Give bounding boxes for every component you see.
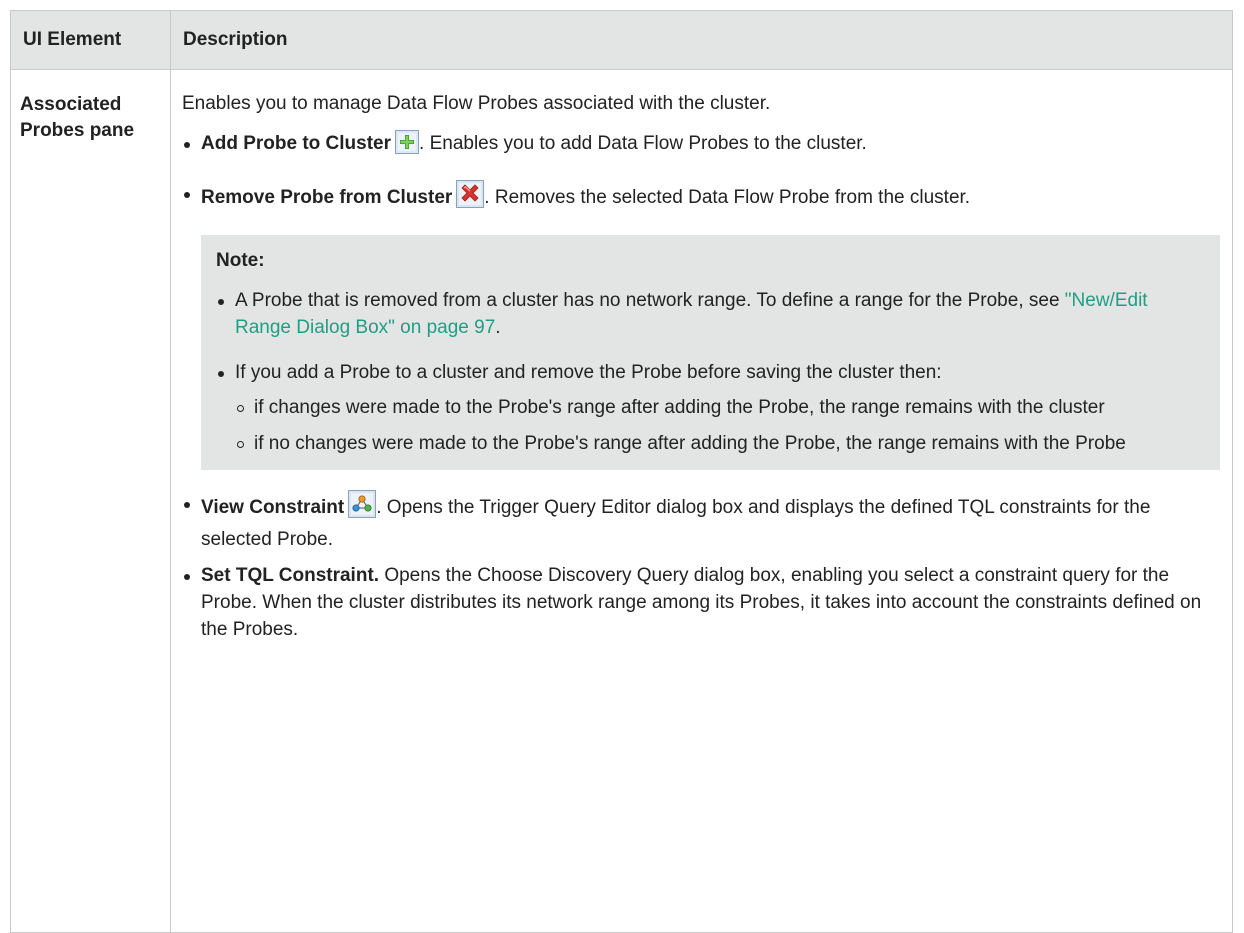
remove-probe-text: . Removes the selected Data Flow Probe f… xyxy=(484,187,971,208)
list-item-add-probe: Add Probe to Cluster . Enables you to add… xyxy=(182,130,1220,162)
note-item-add-remove: If you add a Probe to a cluster and remo… xyxy=(216,359,1206,457)
header-ui-element: UI Element xyxy=(10,10,171,70)
table-row: Associated Probes pane Enables you to ma… xyxy=(10,69,1233,933)
add-probe-text: . Enables you to add Data Flow Probes to… xyxy=(419,133,867,154)
note-subitem-no-changes: if no changes were made to the Probe's r… xyxy=(235,430,1206,457)
note-item-add-remove-text: If you add a Probe to a cluster and remo… xyxy=(235,362,942,383)
set-tql-title: Set TQL Constraint. xyxy=(201,565,380,586)
note-item-no-range-text: A Probe that is removed from a cluster h… xyxy=(235,290,1065,311)
view-constraint-title: View Constraint xyxy=(201,497,345,518)
list-item-set-tql: Set TQL Constraint. Opens the Choose Dis… xyxy=(182,562,1220,643)
note-sublist: if changes were made to the Probe's rang… xyxy=(235,394,1206,457)
note-title: Note: xyxy=(216,250,265,271)
note-list: A Probe that is removed from a cluster h… xyxy=(216,287,1206,457)
list-item-remove-probe: Remove Probe from Cluster . Removes the s… xyxy=(182,180,1220,470)
actions-list: Add Probe to Cluster . Enables you to add… xyxy=(182,130,1220,643)
description-intro: Enables you to manage Data Flow Probes a… xyxy=(182,93,771,114)
add-probe-title: Add Probe to Cluster xyxy=(201,133,392,154)
remove-probe-title: Remove Probe from Cluster xyxy=(201,187,453,208)
note-subitem-changes: if changes were made to the Probe's rang… xyxy=(235,394,1206,421)
ui-element-name: Associated Probes pane xyxy=(10,69,171,933)
header-description: Description xyxy=(170,10,1233,70)
table-header-row: UI Element Description xyxy=(10,10,1233,70)
view-constraint-icon xyxy=(348,490,377,526)
note-item-no-range-end: . xyxy=(495,317,501,338)
add-plus-icon xyxy=(395,130,420,162)
description-cell: Enables you to manage Data Flow Probes a… xyxy=(170,69,1233,933)
remove-x-icon xyxy=(456,180,485,216)
ui-element-table: UI Element Description Associated Probes… xyxy=(10,10,1233,933)
list-item-view-constraint: View Constraint. Opens the Trigger Query… xyxy=(182,490,1220,553)
note-box: Note: A Probe that is removed from a clu… xyxy=(201,235,1220,470)
note-item-no-range: A Probe that is removed from a cluster h… xyxy=(216,287,1206,341)
